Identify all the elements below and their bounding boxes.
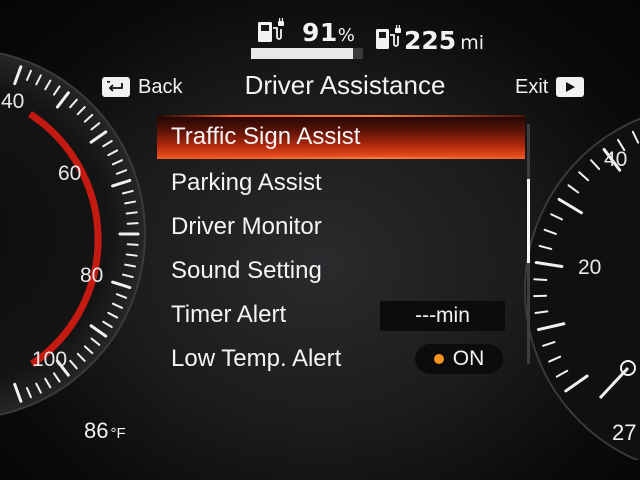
play-exit-icon bbox=[556, 77, 585, 97]
low-temp-alert-state: ON bbox=[452, 347, 485, 370]
menu-item-parking-assist[interactable]: Parking Assist bbox=[157, 161, 525, 205]
left-gauge-label-60: 60 bbox=[58, 162, 82, 185]
menu-item-traffic-sign-assist[interactable]: Traffic Sign Assist bbox=[157, 115, 525, 159]
driving-range-value: 225 bbox=[404, 26, 457, 55]
menu-item-label: Traffic Sign Assist bbox=[171, 123, 361, 150]
driving-range-unit: mi bbox=[460, 32, 484, 54]
right-gauge-label-20: 20 bbox=[578, 256, 602, 279]
right-gauge-label-40: 40 bbox=[604, 148, 628, 171]
instrument-cluster: 40 60 80 100 40 20 86 °F 27 91% 225 mi B… bbox=[0, 0, 640, 480]
menu-item-label: Sound Setting bbox=[171, 257, 322, 284]
back-return-icon bbox=[102, 77, 130, 97]
exit-label: Exit bbox=[515, 75, 549, 98]
menu-item-low-temp-alert[interactable]: Low Temp. Alert ON bbox=[157, 337, 525, 381]
left-gauge-tick bbox=[125, 211, 138, 215]
battery-percentage-unit: % bbox=[337, 25, 356, 46]
battery-level-bar bbox=[251, 48, 363, 59]
timer-alert-value: ---min bbox=[380, 301, 505, 331]
menu-item-label: Low Temp. Alert bbox=[171, 345, 342, 372]
menu-scrollbar-thumb[interactable] bbox=[527, 178, 530, 263]
left-gauge-label-40: 40 bbox=[1, 90, 25, 113]
outside-temperature: 86 °F bbox=[84, 418, 126, 444]
menu-item-label: Timer Alert bbox=[171, 301, 287, 328]
menu-item-sound-setting[interactable]: Sound Setting bbox=[157, 249, 525, 293]
right-gauge-readout: 27 bbox=[612, 420, 637, 445]
left-gauge-label-80: 80 bbox=[80, 264, 104, 287]
left-gauge-tick bbox=[126, 222, 139, 225]
ev-charge-plug-icon bbox=[258, 18, 284, 42]
back-label: Back bbox=[138, 75, 183, 98]
status-dot-icon bbox=[433, 354, 444, 364]
battery-level-fill bbox=[251, 48, 353, 59]
left-gauge-tick bbox=[125, 253, 138, 257]
back-button[interactable]: Back bbox=[102, 74, 182, 100]
page-title: Driver Assistance bbox=[244, 70, 446, 100]
menu-item-label: Parking Assist bbox=[171, 169, 322, 196]
right-gauge: 40 20 bbox=[520, 60, 640, 463]
outside-temperature-unit: °F bbox=[110, 425, 126, 442]
right-gauge-tick bbox=[533, 278, 548, 281]
status-bar: 91% 225 mi bbox=[0, 8, 640, 59]
left-gauge-tick bbox=[126, 243, 139, 246]
outside-temperature-value: 86 bbox=[84, 418, 109, 443]
menu-item-timer-alert[interactable]: Timer Alert ---min bbox=[157, 293, 525, 337]
ev-range-plug-icon bbox=[376, 25, 401, 49]
menu-item-label: Driver Monitor bbox=[171, 213, 322, 240]
exit-button[interactable]: Exit bbox=[515, 74, 585, 100]
left-gauge-label-100: 100 bbox=[32, 348, 68, 371]
menu-item-driver-monitor[interactable]: Driver Monitor bbox=[157, 205, 525, 249]
battery-percentage-value: 91 bbox=[302, 18, 338, 47]
driving-range: 225 mi bbox=[404, 26, 484, 55]
battery-percentage: 91% bbox=[302, 18, 355, 47]
low-temp-alert-toggle[interactable]: ON bbox=[415, 344, 503, 374]
driver-assistance-menu: Traffic Sign Assist Parking Assist Drive… bbox=[157, 115, 525, 380]
menu-scrollbar[interactable] bbox=[527, 124, 530, 364]
